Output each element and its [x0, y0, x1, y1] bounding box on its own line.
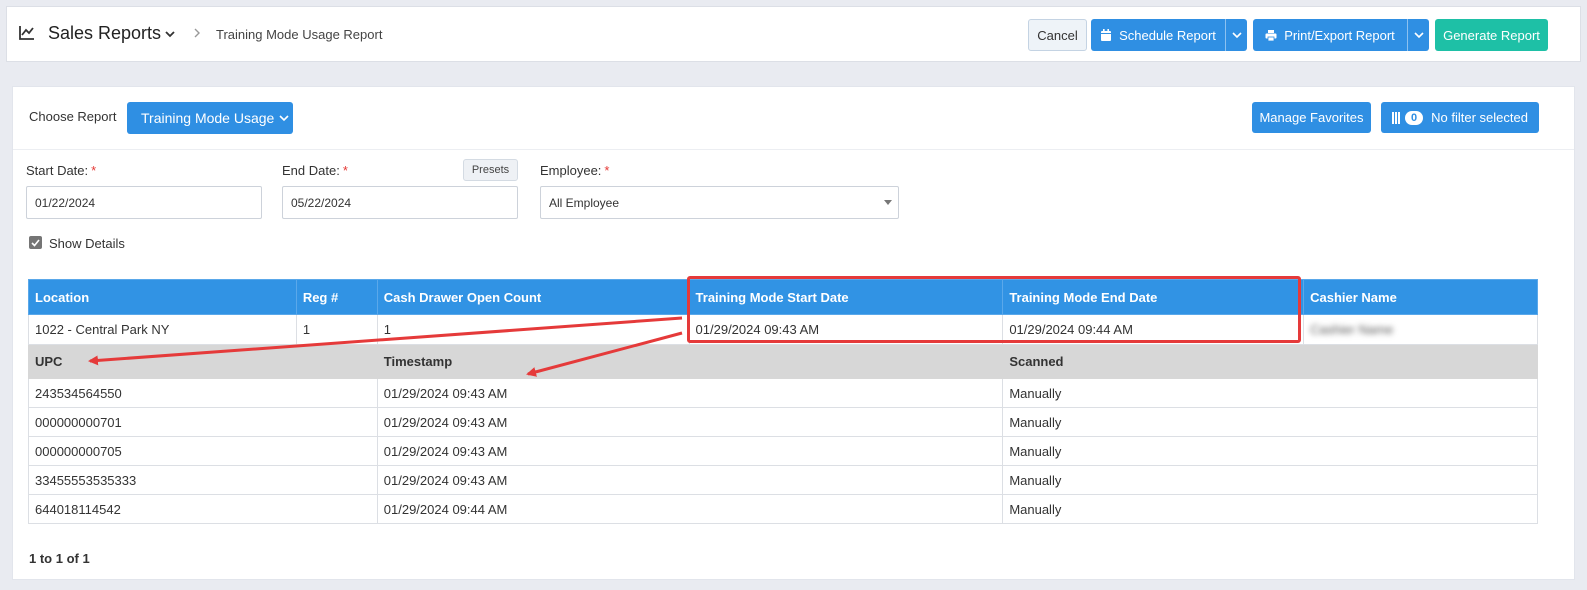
detail-row: 644018114542 01/29/2024 09:44 AM Manuall…	[28, 494, 1538, 524]
detail-row: 000000000701 01/29/2024 09:43 AM Manuall…	[28, 407, 1538, 437]
detail-upc: 000000000701	[28, 407, 378, 437]
employee-label: Employee: *	[540, 163, 609, 178]
cell-cash-drawer: 1	[376, 314, 690, 345]
schedule-report-button[interactable]: Schedule Report	[1091, 19, 1247, 51]
start-date-label: Start Date: *	[26, 163, 96, 178]
col-location[interactable]: Location	[28, 279, 297, 315]
schedule-report-label: Schedule Report	[1119, 27, 1216, 43]
detail-col-upc: UPC	[28, 344, 378, 379]
printer-icon	[1265, 29, 1277, 41]
cell-reg: 1	[295, 314, 378, 345]
show-details-checkbox[interactable]	[29, 236, 42, 249]
detail-col-timestamp: Timestamp	[376, 344, 1004, 379]
cell-cashier: Cashier Name	[1303, 314, 1538, 345]
top-bar: Sales Reports Training Mode Usage Report…	[6, 6, 1581, 62]
detail-scanned: Manually	[1002, 465, 1538, 495]
divider	[13, 149, 1574, 150]
detail-upc: 000000000705	[28, 436, 378, 466]
end-date-label: End Date: *	[282, 163, 348, 178]
required-mark: *	[342, 163, 348, 178]
chevron-down-icon	[279, 115, 289, 122]
employee-select[interactable]: All Employee	[540, 186, 899, 219]
annotation-highlight-box	[687, 276, 1301, 343]
checkmark-icon	[31, 238, 40, 247]
detail-row: 33455553535333 01/29/2024 09:43 AM Manua…	[28, 465, 1538, 495]
chevron-down-icon	[1231, 32, 1242, 39]
print-export-button[interactable]: Print/Export Report	[1253, 19, 1429, 51]
detail-row: 000000000705 01/29/2024 09:43 AM Manuall…	[28, 436, 1538, 466]
pagination-info: 1 to 1 of 1	[29, 551, 90, 566]
cancel-label: Cancel	[1037, 27, 1078, 43]
filter-icon	[1392, 111, 1401, 124]
detail-col-scanned: Scanned	[1002, 344, 1538, 379]
dropdown-arrow-icon	[884, 200, 892, 205]
detail-upc: 243534564550	[28, 378, 378, 408]
detail-upc: 644018114542	[28, 494, 378, 524]
detail-scanned: Manually	[1002, 494, 1538, 524]
chevron-down-icon[interactable]	[163, 27, 177, 41]
presets-button[interactable]: Presets	[463, 159, 518, 181]
calendar-icon	[1101, 28, 1112, 41]
end-date-value: 05/22/2024	[291, 195, 352, 210]
cancel-button[interactable]: Cancel	[1028, 19, 1087, 51]
col-reg[interactable]: Reg #	[295, 279, 378, 315]
manage-favorites-label: Manage Favorites	[1259, 110, 1364, 125]
detail-upc: 33455553535333	[28, 465, 378, 495]
report-type-dropdown[interactable]: Training Mode Usage	[127, 102, 293, 134]
employee-label-text: Employee:	[540, 163, 602, 178]
presets-label: Presets	[471, 164, 510, 176]
choose-report-label: Choose Report	[29, 109, 117, 124]
end-date-label-text: End Date:	[282, 163, 340, 178]
breadcrumb: Training Mode Usage Report	[216, 27, 383, 42]
page-title[interactable]: Sales Reports	[48, 23, 161, 44]
schedule-dropdown-toggle[interactable]	[1225, 19, 1247, 51]
chevron-down-icon	[1413, 32, 1424, 39]
chevron-right-icon	[194, 28, 200, 38]
col-cash-drawer[interactable]: Cash Drawer Open Count	[376, 279, 690, 315]
employee-value: All Employee	[549, 195, 620, 210]
detail-scanned: Manually	[1002, 407, 1538, 437]
detail-timestamp: 01/29/2024 09:43 AM	[376, 407, 1004, 437]
filter-label: No filter selected	[1431, 110, 1528, 125]
filter-count-badge: 0	[1405, 110, 1424, 125]
required-mark: *	[604, 163, 610, 178]
print-dropdown-toggle[interactable]	[1407, 19, 1429, 51]
report-type-value: Training Mode Usage	[141, 110, 275, 126]
end-date-input[interactable]: 05/22/2024	[282, 186, 518, 219]
detail-timestamp: 01/29/2024 09:43 AM	[376, 436, 1004, 466]
detail-timestamp: 01/29/2024 09:43 AM	[376, 378, 1004, 408]
required-mark: *	[91, 163, 97, 178]
cashier-name-redacted: Cashier Name	[1310, 322, 1394, 337]
detail-header-row: UPC Timestamp Scanned	[28, 344, 1538, 379]
start-date-input[interactable]: 01/22/2024	[26, 186, 262, 219]
generate-report-label: Generate Report	[1443, 27, 1540, 43]
filter-button[interactable]: 0 No filter selected	[1381, 102, 1539, 133]
manage-favorites-button[interactable]: Manage Favorites	[1252, 102, 1371, 133]
chart-line-icon	[19, 26, 34, 40]
show-details-label: Show Details	[49, 236, 125, 251]
start-date-value: 01/22/2024	[35, 195, 96, 210]
generate-report-button[interactable]: Generate Report	[1435, 19, 1548, 51]
detail-timestamp: 01/29/2024 09:44 AM	[376, 494, 1004, 524]
detail-timestamp: 01/29/2024 09:43 AM	[376, 465, 1004, 495]
start-date-label-text: Start Date:	[26, 163, 89, 178]
cell-location: 1022 - Central Park NY	[28, 314, 297, 345]
print-export-label: Print/Export Report	[1284, 27, 1395, 43]
detail-scanned: Manually	[1002, 378, 1538, 408]
detail-row: 243534564550 01/29/2024 09:43 AM Manuall…	[28, 378, 1538, 408]
detail-scanned: Manually	[1002, 436, 1538, 466]
col-cashier[interactable]: Cashier Name	[1303, 279, 1538, 315]
